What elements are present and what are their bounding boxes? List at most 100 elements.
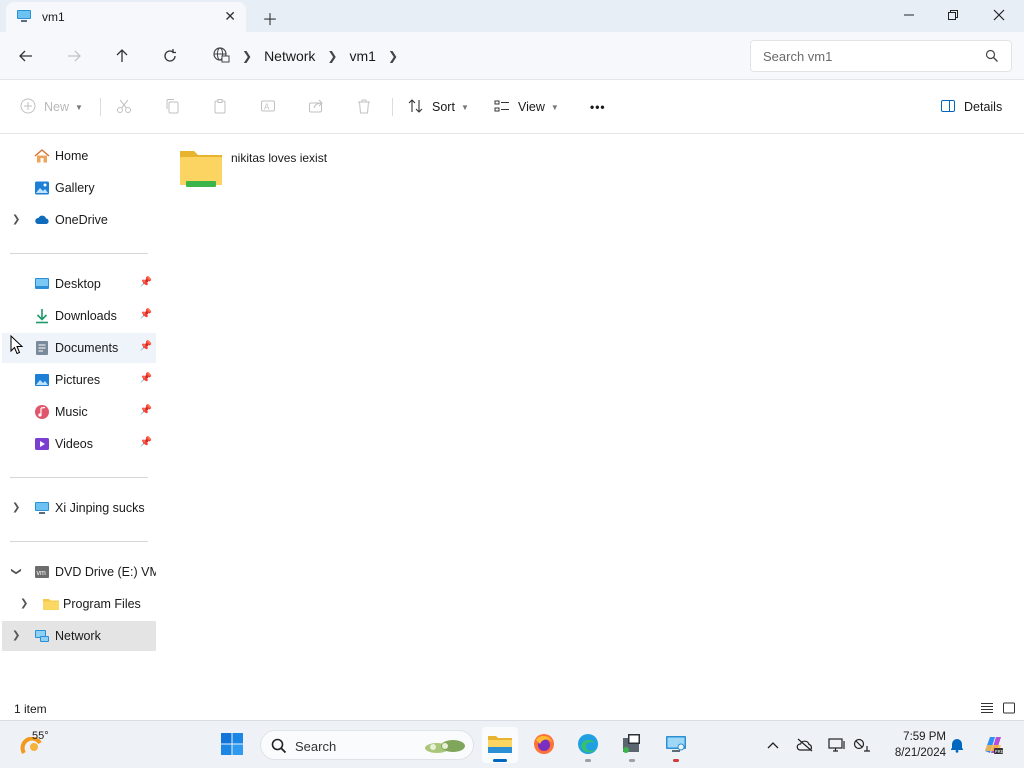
sidebar-item-this-pc[interactable]: ❯ Xi Jinping sucks	[2, 493, 156, 523]
tab-vm1[interactable]: vm1 ✕	[6, 2, 246, 32]
chevron-right-icon[interactable]: ❯	[327, 49, 337, 63]
details-pane-icon	[940, 98, 956, 117]
chevron-right-icon[interactable]: ❯	[20, 598, 28, 609]
file-list[interactable]: nikitas loves iexist	[160, 135, 1024, 695]
taskbar-edge[interactable]	[570, 727, 606, 763]
taskbar-search-label: Search	[295, 739, 337, 754]
details-view-icon[interactable]	[979, 700, 995, 716]
sidebar-item-network[interactable]: ❯ Network	[2, 621, 156, 651]
remote-desktop-icon	[664, 732, 688, 759]
details-button[interactable]: Details	[940, 96, 1002, 118]
sidebar-item-onedrive[interactable]: ❯ OneDrive	[2, 205, 156, 235]
new-button[interactable]: New ▼	[20, 96, 83, 118]
view-button[interactable]: View ▼	[494, 96, 559, 118]
sidebar-item-gallery[interactable]: Gallery	[2, 173, 156, 203]
list-item[interactable]: nikitas loves iexist	[178, 145, 398, 193]
delete-button[interactable]	[356, 96, 372, 118]
bell-icon[interactable]	[947, 735, 967, 755]
chevron-down-icon: ▼	[75, 102, 83, 112]
forward-button[interactable]	[62, 44, 86, 68]
paste-button[interactable]	[212, 96, 228, 118]
cut-button[interactable]	[116, 96, 132, 118]
sidebar-item-documents[interactable]: Documents 📌	[2, 333, 156, 363]
sidebar-item-label: Xi Jinping sucks	[55, 501, 145, 515]
taskbar-search[interactable]: Search	[260, 730, 474, 760]
sidebar-item-home[interactable]: Home	[2, 141, 156, 171]
computer-icon	[34, 500, 50, 516]
sidebar-item-label: Home	[55, 149, 89, 163]
taskbar-network-app[interactable]	[658, 727, 694, 763]
taskbar-firefox[interactable]	[526, 727, 562, 763]
chevron-right-icon[interactable]: ❯	[242, 49, 252, 63]
start-button[interactable]	[214, 727, 250, 763]
breadcrumb-vm1[interactable]: vm1	[349, 48, 375, 64]
onedrive-offline-icon[interactable]	[795, 735, 815, 755]
title-bar: vm1 ✕ ＋	[0, 0, 1024, 32]
copilot-icon[interactable]: PRE	[981, 733, 1005, 757]
folder-icon	[42, 596, 59, 612]
sidebar-item-videos[interactable]: Videos 📌	[2, 429, 156, 459]
running-indicator	[585, 759, 591, 762]
back-button[interactable]	[14, 44, 38, 68]
chevron-down-icon[interactable]: ❯	[11, 567, 22, 575]
taskbar-vmware-tools[interactable]	[614, 727, 650, 763]
pin-icon[interactable]: 📌	[140, 341, 152, 352]
rename-button[interactable]: A	[260, 96, 276, 118]
tiles-view-icon[interactable]	[1001, 700, 1017, 716]
sort-button[interactable]: Sort ▼	[408, 96, 469, 118]
sidebar-item-downloads[interactable]: Downloads 📌	[2, 301, 156, 331]
pictures-icon	[34, 372, 50, 388]
documents-icon	[34, 340, 50, 356]
up-button[interactable]	[110, 44, 134, 68]
running-indicator	[673, 759, 679, 762]
more-options-button[interactable]: •••	[590, 96, 606, 118]
restore-button[interactable]	[930, 0, 976, 30]
sidebar-item-desktop[interactable]: Desktop 📌	[2, 269, 156, 299]
search-icon[interactable]	[985, 49, 999, 66]
trash-icon	[356, 98, 372, 117]
refresh-button[interactable]	[158, 44, 182, 68]
chevron-right-icon[interactable]: ❯	[12, 214, 20, 225]
share-button[interactable]	[308, 96, 324, 118]
network-globe-icon[interactable]	[212, 46, 230, 67]
new-tab-button[interactable]: ＋	[262, 6, 278, 30]
sidebar-item-music[interactable]: Music 📌	[2, 397, 156, 427]
search-input[interactable]	[763, 48, 973, 64]
chevron-right-icon[interactable]: ❯	[388, 49, 398, 63]
pin-icon[interactable]: 📌	[140, 405, 152, 416]
pin-icon[interactable]: 📌	[140, 277, 152, 288]
taskbar-file-explorer[interactable]	[482, 727, 518, 763]
clock[interactable]: 7:59 PM 8/21/2024	[880, 729, 946, 761]
sidebar-item-program-files[interactable]: ❯ Program Files	[2, 589, 156, 619]
command-bar: New ▼ A Sort ▼ View ▼ ••• Details	[0, 80, 1024, 134]
clock-date: 8/21/2024	[894, 747, 946, 759]
tab-title: vm1	[42, 10, 65, 24]
copy-button[interactable]	[164, 96, 180, 118]
breadcrumb[interactable]: ❯ Network ❯ vm1 ❯	[200, 40, 740, 72]
divider	[100, 98, 101, 116]
plus-circle-icon	[20, 98, 36, 117]
display-icon[interactable]	[827, 735, 847, 755]
file-name: nikitas loves iexist	[231, 151, 328, 165]
breadcrumb-network[interactable]: Network	[264, 48, 315, 64]
chevron-up-icon[interactable]	[763, 735, 783, 755]
search-box[interactable]	[750, 40, 1012, 72]
chevron-right-icon[interactable]: ❯	[12, 502, 20, 513]
sort-icon	[408, 98, 424, 117]
close-tab-icon[interactable]: ✕	[224, 8, 236, 25]
network-status-icon[interactable]	[852, 735, 872, 755]
weather-widget[interactable]: 55°	[20, 727, 60, 763]
pin-icon[interactable]: 📌	[140, 373, 152, 384]
close-button[interactable]	[976, 0, 1022, 30]
minimize-button[interactable]	[886, 0, 932, 30]
pin-icon[interactable]: 📌	[140, 437, 152, 448]
active-indicator	[493, 759, 507, 762]
scissors-icon	[116, 98, 132, 117]
sidebar-item-dvd-drive[interactable]: ❯ vm DVD Drive (E:) VMware Tools	[2, 557, 156, 587]
chevron-right-icon[interactable]: ❯	[12, 630, 20, 641]
pin-icon[interactable]: 📌	[140, 309, 152, 320]
windows-logo-icon	[220, 732, 244, 759]
dvd-drive-icon: vm	[34, 564, 50, 580]
sidebar-item-pictures[interactable]: Pictures 📌	[2, 365, 156, 395]
sidebar-item-label: Network	[55, 629, 101, 643]
